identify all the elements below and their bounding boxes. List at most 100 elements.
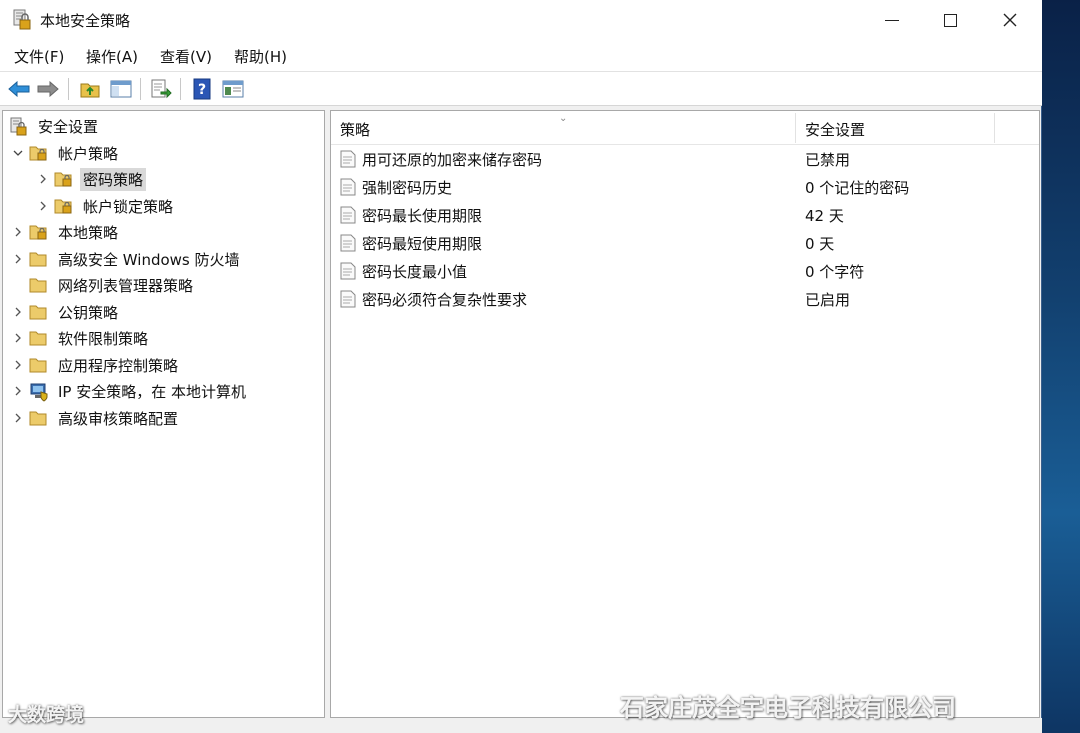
policy-name: 强制密码历史 bbox=[362, 179, 453, 197]
policy-name: 密码最短使用期限 bbox=[362, 235, 483, 253]
tree-item-software-restriction[interactable]: 软件限制策略 bbox=[11, 326, 151, 350]
tree-item-account-lockout-policy[interactable]: 帐户锁定策略 bbox=[36, 194, 176, 218]
title-bar: 本地安全策略 bbox=[0, 0, 1042, 40]
tree-label: 高级审核策略配置 bbox=[58, 409, 179, 428]
policy-setting: 已禁用 bbox=[805, 151, 851, 169]
policy-list: ⌄ 策略 安全设置 用可还原的加密来储存密码 已禁用 强制密码历史 0 个记住的… bbox=[330, 110, 1040, 718]
tree-label: 本地策略 bbox=[58, 223, 119, 242]
menu-action[interactable]: 操作(A) bbox=[86, 46, 138, 67]
up-one-level-button[interactable] bbox=[78, 78, 102, 100]
folder-icon bbox=[29, 356, 49, 374]
chevron-right-icon[interactable] bbox=[11, 220, 25, 244]
properties-button[interactable] bbox=[221, 78, 245, 100]
tree-label: 帐户策略 bbox=[58, 144, 119, 163]
tree-label: 密码策略 bbox=[80, 167, 147, 191]
policy-setting: 0 个字符 bbox=[805, 263, 865, 281]
desktop-background bbox=[1042, 0, 1080, 733]
tree-label: 安全设置 bbox=[38, 117, 99, 136]
help-icon: ? bbox=[193, 78, 211, 100]
table-row[interactable]: 强制密码历史 0 个记住的密码 bbox=[331, 173, 1039, 201]
toolbar-separator bbox=[140, 78, 141, 100]
properties-icon bbox=[222, 80, 244, 98]
tree-item-account-policies[interactable]: 帐户策略 bbox=[11, 141, 121, 165]
computer-shield-icon bbox=[29, 382, 49, 402]
minimize-icon bbox=[885, 19, 899, 21]
tree-item-windows-firewall[interactable]: 高级安全 Windows 防火墙 bbox=[11, 247, 243, 271]
tree-item-ip-security[interactable]: IP 安全策略，在 本地计算机 bbox=[11, 379, 249, 403]
table-row[interactable]: 密码最短使用期限 0 天 bbox=[331, 229, 1039, 257]
table-row[interactable]: 密码必须符合复杂性要求 已启用 bbox=[331, 285, 1039, 313]
back-icon bbox=[8, 81, 30, 97]
chevron-right-icon[interactable] bbox=[11, 300, 25, 324]
policy-document-icon bbox=[340, 290, 356, 308]
security-policy-app-icon bbox=[12, 9, 32, 31]
export-list-button[interactable] bbox=[149, 78, 173, 100]
folder-icon bbox=[29, 250, 49, 268]
column-header-setting[interactable]: 安全设置 bbox=[805, 119, 865, 140]
back-button[interactable] bbox=[7, 78, 31, 100]
watermark-left: 大数跨境 bbox=[8, 704, 85, 726]
folder-icon bbox=[29, 276, 49, 294]
locked-folder-icon bbox=[29, 223, 49, 241]
policy-document-icon bbox=[340, 262, 356, 280]
local-security-policy-window: 本地安全策略 文件(F) 操作(A) 查看(V) 帮助(H) ? 安全设置 帐户… bbox=[0, 0, 1042, 733]
tree-root-security-settings[interactable]: 安全设置 bbox=[9, 114, 101, 138]
chevron-right-icon[interactable] bbox=[11, 326, 25, 350]
tree-item-local-policies[interactable]: 本地策略 bbox=[11, 220, 121, 244]
maximize-button[interactable] bbox=[920, 0, 980, 40]
chevron-right-icon[interactable] bbox=[36, 194, 50, 218]
locked-folder-icon bbox=[54, 197, 74, 215]
locked-folder-icon bbox=[29, 144, 49, 162]
tree-label: 应用程序控制策略 bbox=[58, 356, 179, 375]
chevron-down-icon[interactable] bbox=[11, 141, 25, 165]
policy-document-icon bbox=[340, 178, 356, 196]
folder-icon bbox=[29, 303, 49, 321]
menu-bar: 文件(F) 操作(A) 查看(V) 帮助(H) bbox=[0, 40, 1042, 72]
table-row[interactable]: 密码最长使用期限 42 天 bbox=[331, 201, 1039, 229]
forward-button[interactable] bbox=[36, 78, 60, 100]
policy-setting: 0 个记住的密码 bbox=[805, 179, 910, 197]
chevron-right-icon[interactable] bbox=[36, 167, 50, 191]
policy-name: 用可还原的加密来储存密码 bbox=[362, 151, 543, 169]
show-hide-console-tree-button[interactable] bbox=[109, 78, 133, 100]
export-list-icon bbox=[151, 79, 172, 99]
security-settings-icon bbox=[9, 117, 29, 136]
menu-view[interactable]: 查看(V) bbox=[160, 46, 212, 67]
folder-icon bbox=[29, 409, 49, 427]
console-tree: 安全设置 帐户策略 密码策略 帐户锁定策略 本地策略 高级安全 Windows … bbox=[2, 110, 325, 718]
close-button[interactable] bbox=[980, 0, 1040, 40]
tree-item-network-list-manager[interactable]: 网络列表管理器策略 bbox=[11, 273, 196, 297]
column-divider[interactable] bbox=[994, 113, 995, 143]
minimize-button[interactable] bbox=[862, 0, 922, 40]
tree-item-advanced-audit[interactable]: 高级审核策略配置 bbox=[11, 406, 181, 430]
chevron-right-icon[interactable] bbox=[11, 353, 25, 377]
table-row[interactable]: 用可还原的加密来储存密码 已禁用 bbox=[331, 145, 1039, 173]
policy-name: 密码长度最小值 bbox=[362, 263, 468, 281]
tree-item-public-key-policies[interactable]: 公钥策略 bbox=[11, 300, 121, 324]
column-header-policy[interactable]: 策略 bbox=[340, 119, 370, 140]
policy-name: 密码最长使用期限 bbox=[362, 207, 483, 225]
policy-setting: 已启用 bbox=[805, 291, 851, 309]
policy-name: 密码必须符合复杂性要求 bbox=[362, 291, 528, 309]
tree-item-password-policy[interactable]: 密码策略 bbox=[36, 167, 147, 191]
chevron-right-icon[interactable] bbox=[11, 406, 25, 430]
show-hide-tree-icon bbox=[110, 80, 132, 98]
menu-help[interactable]: 帮助(H) bbox=[234, 46, 287, 67]
chevron-right-icon[interactable] bbox=[11, 247, 25, 271]
policy-document-icon bbox=[340, 206, 356, 224]
help-button[interactable]: ? bbox=[190, 78, 214, 100]
toolbar-separator bbox=[68, 78, 69, 100]
svg-text:?: ? bbox=[198, 82, 206, 98]
menu-file[interactable]: 文件(F) bbox=[14, 46, 64, 67]
tree-label: 高级安全 Windows 防火墙 bbox=[58, 250, 240, 269]
column-divider[interactable] bbox=[795, 113, 796, 143]
chevron-right-icon[interactable] bbox=[11, 379, 25, 403]
tree-label: 软件限制策略 bbox=[58, 329, 149, 348]
tree-item-application-control[interactable]: 应用程序控制策略 bbox=[11, 353, 181, 377]
policy-document-icon bbox=[340, 150, 356, 168]
policy-setting: 42 天 bbox=[805, 207, 844, 225]
window-title: 本地安全策略 bbox=[40, 12, 131, 30]
maximize-icon bbox=[943, 13, 957, 27]
table-row[interactable]: 密码长度最小值 0 个字符 bbox=[331, 257, 1039, 285]
